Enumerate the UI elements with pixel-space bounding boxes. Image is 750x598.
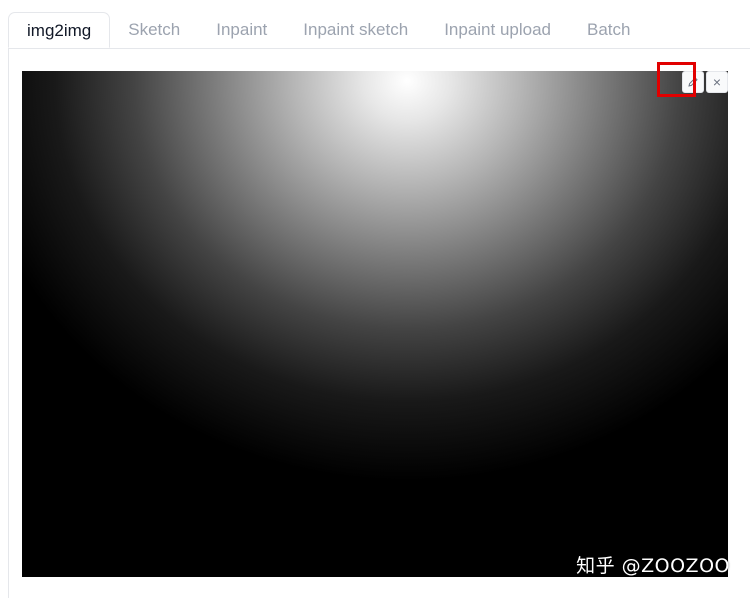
img2img-page: img2img Sketch Inpaint Inpaint sketch In… [0,0,750,598]
tab-inpaint[interactable]: Inpaint [198,12,285,48]
close-icon: × [712,74,722,90]
tab-inpaint-sketch[interactable]: Inpaint sketch [285,12,426,48]
tab-inpaint-upload[interactable]: Inpaint upload [426,12,569,48]
source-image-canvas[interactable]: × [22,71,728,577]
tab-batch[interactable]: Batch [569,12,648,48]
mode-tab-bar: img2img Sketch Inpaint Inpaint sketch In… [8,12,649,48]
pencil-icon [687,76,699,88]
tab-sketch[interactable]: Sketch [110,12,198,48]
tab-img2img[interactable]: img2img [8,12,111,48]
watermark: 知乎 @ZOOZOO [576,555,730,577]
image-toolbar: × [682,71,728,93]
clear-image-button[interactable]: × [706,71,728,93]
edit-button[interactable] [682,71,704,93]
